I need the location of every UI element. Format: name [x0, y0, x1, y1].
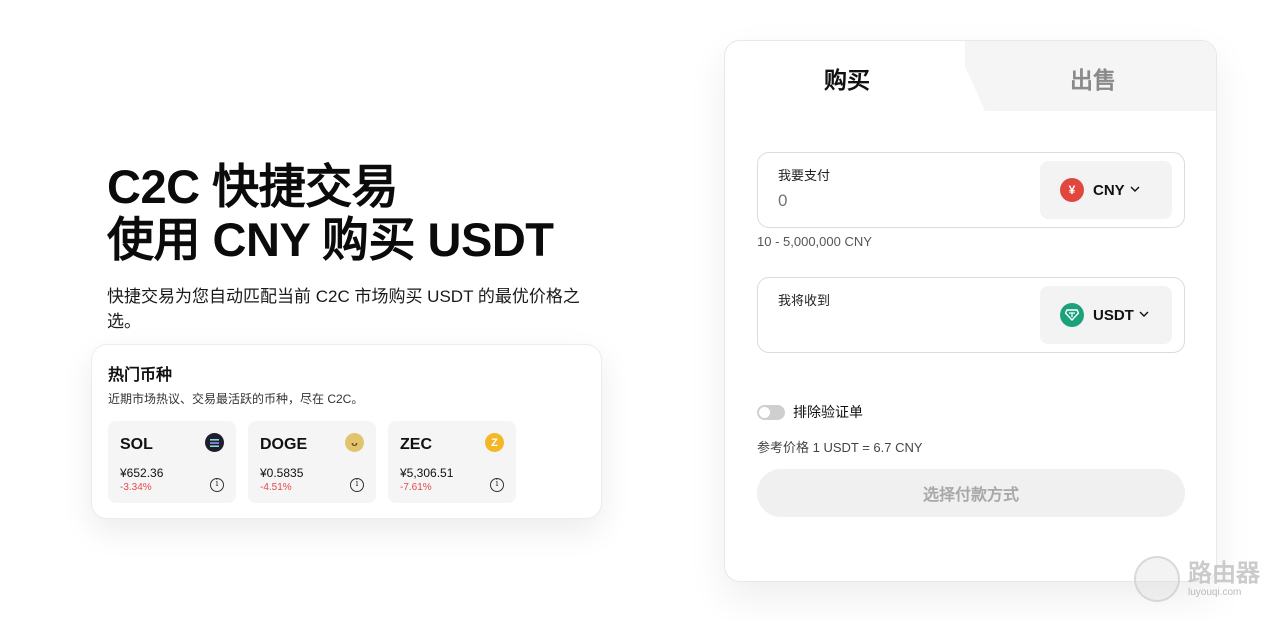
hot-coins-subtitle: 近期市场热议、交易最活跃的币种，尽在 C2C。	[108, 392, 364, 406]
hot-coins-card: 热门币种 近期市场热议、交易最活跃的币种，尽在 C2C。 SOL ¥652.36…	[91, 344, 602, 519]
coin-change: -3.34%	[120, 482, 152, 493]
tab-sell[interactable]: 出售	[1070, 61, 1116, 95]
chevron-down-icon	[1130, 184, 1140, 196]
hero-title: C2C 快捷交易 使用 CNY 购买 USDT	[107, 160, 627, 266]
exclude-verified-row: 排除验证单	[757, 402, 863, 422]
pay-range-hint: 10 - 5,000,000 CNY	[757, 234, 872, 249]
coin-symbol: DOGE	[260, 436, 308, 453]
coin-change: -7.61%	[400, 482, 432, 493]
exclude-verified-label: 排除验证单	[793, 404, 863, 420]
hero-title-line1: C2C 快捷交易	[107, 160, 399, 213]
pay-currency-select[interactable]: ¥ CNY	[1040, 161, 1172, 219]
receive-currency-label: USDT	[1093, 306, 1134, 324]
coin-price: ¥0.5835	[260, 466, 304, 480]
coin-card-sol[interactable]: SOL ¥652.36 -3.34% i	[108, 421, 236, 503]
router-logo-icon	[1134, 556, 1180, 602]
select-payment-button[interactable]: 选择付款方式	[757, 469, 1185, 517]
receive-field: 我将收到 USDT	[757, 277, 1185, 353]
pay-field: 我要支付 ¥ CNY	[757, 152, 1185, 228]
watermark-text: 路由器 luyouqi.com	[1188, 559, 1260, 598]
coin-card-doge[interactable]: DOGE ᴗ ¥0.5835 -4.51% i	[248, 421, 376, 503]
tab-buy[interactable]: 购买	[824, 61, 870, 95]
chevron-down-icon	[1139, 309, 1149, 321]
hero-description: 快捷交易为您自动匹配当前 C2C 市场购买 USDT 的最优价格之选。	[107, 287, 580, 331]
hero-title-line2: 使用 CNY 购买 USDT	[107, 213, 554, 266]
trade-tabs: 购买 出售	[725, 41, 1216, 111]
coin-symbol: ZEC	[400, 436, 432, 453]
watermark-en: luyouqi.com	[1188, 586, 1242, 598]
coin-card-zec[interactable]: ZEC Z ¥5,306.51 -7.61% i	[388, 421, 516, 503]
coin-price: ¥652.36	[120, 466, 164, 480]
pay-label: 我要支付	[778, 168, 831, 183]
pay-amount-input[interactable]	[778, 191, 998, 211]
coin-change: -4.51%	[260, 482, 292, 493]
usdt-icon	[1060, 303, 1084, 327]
dogecoin-icon: ᴗ	[345, 433, 364, 452]
exclude-verified-toggle[interactable]	[757, 404, 785, 420]
pay-currency-label: CNY	[1093, 181, 1125, 199]
zcash-icon: Z	[485, 433, 504, 452]
coin-price: ¥5,306.51	[400, 466, 454, 480]
watermark: 路由器 luyouqi.com	[1134, 556, 1260, 602]
watermark-cn: 路由器	[1188, 559, 1260, 587]
info-icon[interactable]: i	[490, 478, 504, 492]
reference-price: 参考价格 1 USDT = 6.7 CNY	[757, 440, 923, 455]
receive-label: 我将收到	[778, 293, 831, 308]
info-icon[interactable]: i	[350, 478, 364, 492]
coin-symbol: SOL	[120, 436, 153, 453]
cny-icon: ¥	[1060, 178, 1084, 202]
coin-list: SOL ¥652.36 -3.34% i DOGE ᴗ ¥0.5835 -4.5…	[108, 421, 516, 503]
solana-icon	[205, 433, 224, 452]
hot-coins-title: 热门币种	[108, 367, 173, 384]
info-icon[interactable]: i	[210, 478, 224, 492]
trade-panel: 购买 出售 我要支付 ¥ CNY 10 - 5,000,000 CNY 我将收到…	[724, 40, 1217, 582]
receive-currency-select[interactable]: USDT	[1040, 286, 1172, 344]
hero-section: C2C 快捷交易 使用 CNY 购买 USDT 快捷交易为您自动匹配当前 C2C…	[107, 160, 627, 334]
